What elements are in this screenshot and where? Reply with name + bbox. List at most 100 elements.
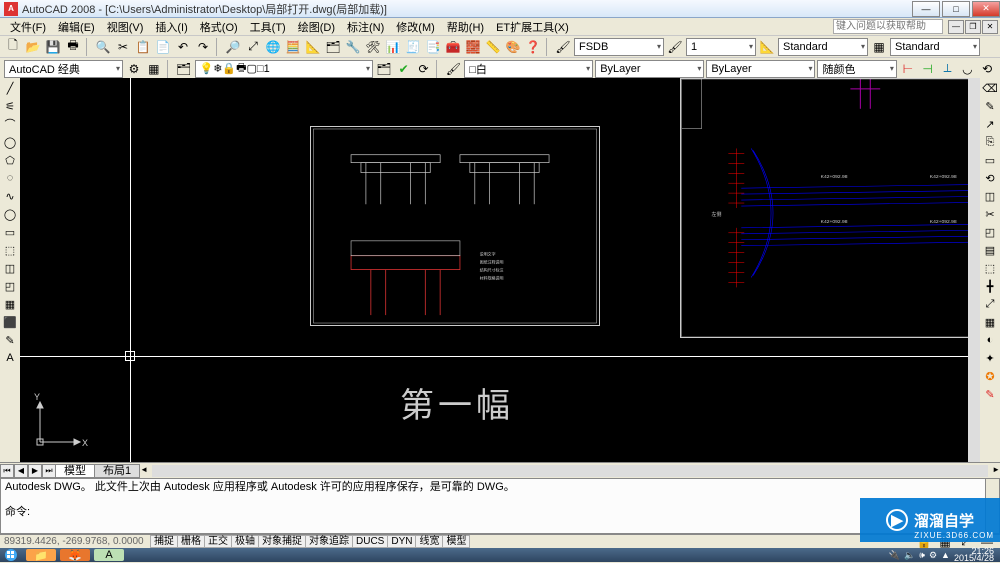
date[interactable]: 2015/4/28 <box>954 555 994 562</box>
circle-icon[interactable]: ◯ <box>2 134 18 150</box>
tab-layout1[interactable]: 布局1 <box>94 464 140 478</box>
tool-icon[interactable]: 🛠 <box>364 38 382 56</box>
tray-icon[interactable]: 🕪 <box>919 550 925 561</box>
copy-icon[interactable]: 📋 <box>134 38 152 56</box>
menu-view[interactable]: 视图(V) <box>101 19 150 35</box>
calc-icon[interactable]: 🧮 <box>284 38 302 56</box>
cut-icon[interactable]: ✂ <box>114 38 132 56</box>
lineweight-dropdown[interactable]: 1 <box>686 38 756 56</box>
arc-icon[interactable]: ⌒ <box>2 116 18 132</box>
hscrollbar[interactable] <box>152 465 988 477</box>
tool-icon[interactable]: 📑 <box>424 38 442 56</box>
pan-icon[interactable]: ⤢ <box>244 38 262 56</box>
layer-props-icon[interactable]: 🗂 <box>175 60 193 78</box>
dim-tool-icon[interactable]: ⊣ <box>919 60 937 78</box>
gear-icon[interactable]: ⚙ <box>125 60 143 78</box>
tray-icon[interactable]: 🔈 <box>904 550 915 561</box>
tray-icon[interactable]: 🔌 <box>889 550 900 561</box>
tool-icon[interactable]: 🧾 <box>404 38 422 56</box>
rectangle-icon[interactable]: ▭ <box>2 224 18 240</box>
array-icon[interactable]: ▭ <box>982 152 998 168</box>
plotstyle-dropdown[interactable]: 随颜色 <box>817 60 896 78</box>
toggle-lwt[interactable]: 线宽 <box>415 535 443 548</box>
help-search-input[interactable] <box>833 19 943 34</box>
linetype-dropdown[interactable]: ByLayer <box>595 60 704 78</box>
toggle-osnap[interactable]: 对象捕捉 <box>258 535 306 548</box>
taskbar-app-explorer[interactable]: 📁 <box>26 549 56 561</box>
toggle-grid[interactable]: 栅格 <box>177 535 205 548</box>
scale-icon[interactable]: ✂ <box>982 206 998 222</box>
tab-nav-prev[interactable]: ◀ <box>14 464 28 478</box>
tool-icon[interactable]: 🧱 <box>464 38 482 56</box>
font-dropdown[interactable]: FSDB <box>574 38 664 56</box>
command-window[interactable]: Autodesk DWG。 此文件上次由 Autodesk 应用程序或 Auto… <box>0 478 1000 534</box>
toggle-otrack[interactable]: 对象追踪 <box>305 535 353 548</box>
tool-icon[interactable]: 📊 <box>384 38 402 56</box>
block-icon[interactable]: ⬚ <box>2 242 18 258</box>
toggle-polar[interactable]: 极轴 <box>231 535 259 548</box>
tab-nav-first[interactable]: ⏮ <box>0 464 14 478</box>
layer-tool-icon[interactable]: ▦ <box>145 60 163 78</box>
line-icon[interactable]: ╱ <box>2 80 18 96</box>
tray-show-hidden-icon[interactable]: ▲ <box>941 550 950 560</box>
toggle-ortho[interactable]: 正交 <box>204 535 232 548</box>
insert-icon[interactable]: ◫ <box>2 260 18 276</box>
menu-draw[interactable]: 绘图(D) <box>292 19 341 35</box>
trim-icon[interactable]: ▤ <box>982 242 998 258</box>
rotate-icon[interactable]: ◫ <box>982 188 998 204</box>
brush-icon[interactable]: 🖌 <box>666 38 684 56</box>
menu-format[interactable]: 格式(O) <box>194 19 244 35</box>
menu-tools[interactable]: 工具(T) <box>244 19 292 35</box>
lineweight-dropdown[interactable]: ByLayer <box>706 60 815 78</box>
layer-tool-icon[interactable]: ⟳ <box>415 60 433 78</box>
move-icon[interactable]: ⟲ <box>982 170 998 186</box>
maximize-button[interactable]: □ <box>942 1 970 17</box>
xline-icon[interactable]: ⚟ <box>2 98 18 114</box>
tool-icon[interactable]: 📐 <box>304 38 322 56</box>
menu-help[interactable]: 帮助(H) <box>441 19 490 35</box>
print-icon[interactable]: 🖶 <box>64 38 82 56</box>
toggle-dyn[interactable]: DYN <box>387 535 416 548</box>
polygon-icon[interactable]: ⬠ <box>2 152 18 168</box>
ellipse-arc-icon[interactable]: ◯ <box>2 206 18 222</box>
toggle-model[interactable]: 模型 <box>442 535 470 548</box>
spline-icon[interactable]: ∿ <box>2 188 18 204</box>
new-icon[interactable]: 🗋 <box>4 38 22 56</box>
tool-icon[interactable]: 🎨 <box>504 38 522 56</box>
drawing-canvas[interactable]: 说明文字 图纸注释说明 结构尺寸标注 材料规格说明 <box>20 78 980 462</box>
mirror-icon[interactable]: ↗ <box>982 116 998 132</box>
match-props-icon[interactable]: 🖌 <box>444 60 462 78</box>
dim-tool-icon[interactable]: ⟂ <box>939 60 957 78</box>
copy-icon[interactable]: ✎ <box>982 98 998 114</box>
layer-tool-icon[interactable]: 🗂 <box>375 60 393 78</box>
offset-icon[interactable]: ⎘ <box>982 134 998 150</box>
start-button[interactable] <box>0 548 22 562</box>
erase-icon[interactable]: ⌫ <box>982 80 998 96</box>
doc-close-button[interactable]: ✕ <box>982 20 998 34</box>
close-button[interactable]: ✕ <box>972 1 1000 17</box>
orbit-icon[interactable]: 🌐 <box>264 38 282 56</box>
table-icon[interactable]: ▦ <box>870 38 888 56</box>
help-icon[interactable]: ❓ <box>524 38 542 56</box>
tool-icon[interactable]: 📏 <box>484 38 502 56</box>
paste-icon[interactable]: 📄 <box>154 38 172 56</box>
menu-et-tools[interactable]: ET扩展工具(X) <box>490 19 575 35</box>
brush-icon[interactable]: 🖌 <box>554 38 572 56</box>
menu-modify[interactable]: 修改(M) <box>390 19 441 35</box>
menu-insert[interactable]: 插入(I) <box>149 19 193 35</box>
dim-icon[interactable]: 📐 <box>758 38 776 56</box>
menu-dimension[interactable]: 标注(N) <box>341 19 390 35</box>
point-icon[interactable]: ✎ <box>2 332 18 348</box>
table-icon[interactable]: ◰ <box>2 278 18 294</box>
toggle-ducs[interactable]: DUCS <box>352 535 388 548</box>
menu-edit[interactable]: 编辑(E) <box>52 19 101 35</box>
explode-icon[interactable]: ✦ <box>982 350 998 366</box>
text-icon[interactable]: A <box>2 350 18 366</box>
zoom-icon[interactable]: 🔎 <box>224 38 242 56</box>
tablestyle-dropdown[interactable]: Standard <box>890 38 980 56</box>
workspace-dropdown[interactable]: AutoCAD 经典 <box>4 60 123 78</box>
tool-icon[interactable]: 🧰 <box>444 38 462 56</box>
menu-file[interactable]: 文件(F) <box>4 19 52 35</box>
dim-tool-icon[interactable]: ⟲ <box>978 60 996 78</box>
save-icon[interactable]: 💾 <box>44 38 62 56</box>
